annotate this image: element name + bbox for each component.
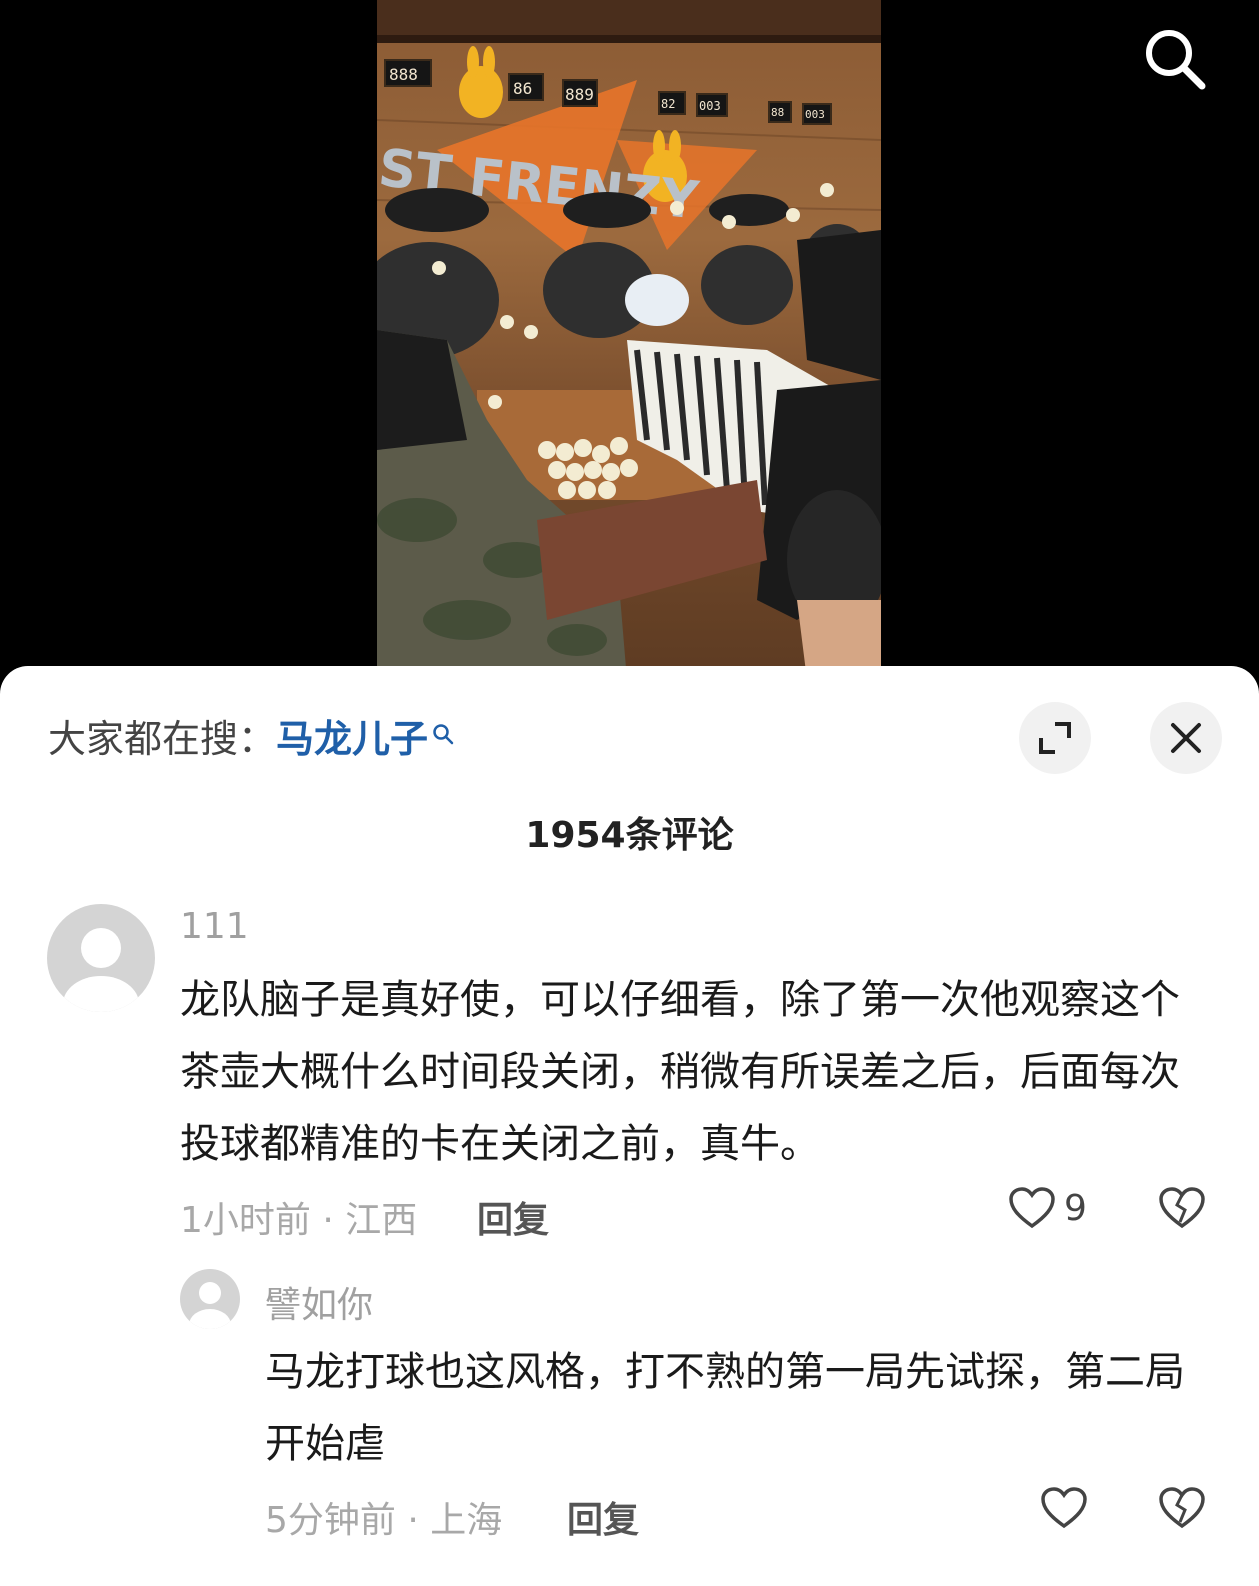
default-avatar-icon — [63, 928, 139, 1012]
comment-sheet: 大家都在搜：马龙儿子 1954条评论 111 龙队脑子是真好使，可以仔细看，除了… — [0, 666, 1259, 1586]
reply-username[interactable]: 譬如你 — [265, 1276, 373, 1328]
heart-icon — [1009, 1187, 1055, 1229]
comment-count: 1954条评论 — [525, 815, 734, 856]
small-search-icon — [432, 710, 454, 754]
reply-meta: 5分钟前 · 上海 — [265, 1500, 503, 1541]
video-scene: 888 86 889 82 003 88 003 ST FRENZY — [377, 0, 881, 680]
scoreboard-text: 86 — [513, 79, 532, 98]
comment-meta: 1小时前 · 江西 — [180, 1200, 418, 1241]
broken-heart-icon — [1159, 1487, 1205, 1529]
scoreboard-text: 888 — [389, 65, 418, 84]
like-count: 9 — [1064, 1187, 1087, 1229]
dislike-button[interactable] — [1158, 1186, 1206, 1234]
trending-search[interactable]: 大家都在搜：马龙儿子 — [48, 708, 454, 763]
video-frame[interactable]: 888 86 889 82 003 88 003 ST FRENZY — [377, 0, 881, 680]
comment-text: 龙队脑子是真好使，可以仔细看，除了第一次他观察这个茶壶大概什么时间段关闭，稍微有… — [180, 977, 1180, 1167]
video-area[interactable]: 888 86 889 82 003 88 003 ST FRENZY — [0, 0, 1259, 680]
reply-button[interactable]: 回复 — [567, 1491, 639, 1543]
reply-text: 马龙打球也这风格，打不熟的第一局先试探，第二局开始虐 — [265, 1349, 1185, 1467]
avatar[interactable] — [47, 904, 155, 1012]
scoreboard-text: 003 — [805, 108, 825, 121]
search-button[interactable] — [1140, 24, 1210, 94]
scoreboard-text: 82 — [661, 97, 675, 111]
avatar[interactable] — [180, 1269, 240, 1329]
like-button[interactable] — [1040, 1486, 1088, 1530]
default-avatar-icon — [189, 1282, 231, 1329]
close-button[interactable] — [1150, 702, 1222, 774]
expand-icon — [1039, 722, 1071, 754]
scoreboard-text: 003 — [699, 99, 721, 113]
dislike-button[interactable] — [1158, 1486, 1206, 1534]
scoreboard-text: 88 — [771, 106, 784, 119]
trending-keyword[interactable]: 马龙儿子 — [276, 717, 428, 761]
heart-icon — [1041, 1487, 1087, 1529]
comment-username[interactable]: 111 — [180, 906, 249, 947]
broken-heart-icon — [1159, 1187, 1205, 1229]
search-icon — [1146, 30, 1206, 90]
scoreboard-text: 889 — [565, 85, 594, 104]
like-button[interactable]: 9 — [1008, 1186, 1087, 1230]
trending-prefix: 大家都在搜： — [48, 717, 277, 761]
close-icon — [1171, 723, 1201, 753]
reply-button[interactable]: 回复 — [477, 1191, 549, 1243]
expand-button[interactable] — [1019, 702, 1091, 774]
